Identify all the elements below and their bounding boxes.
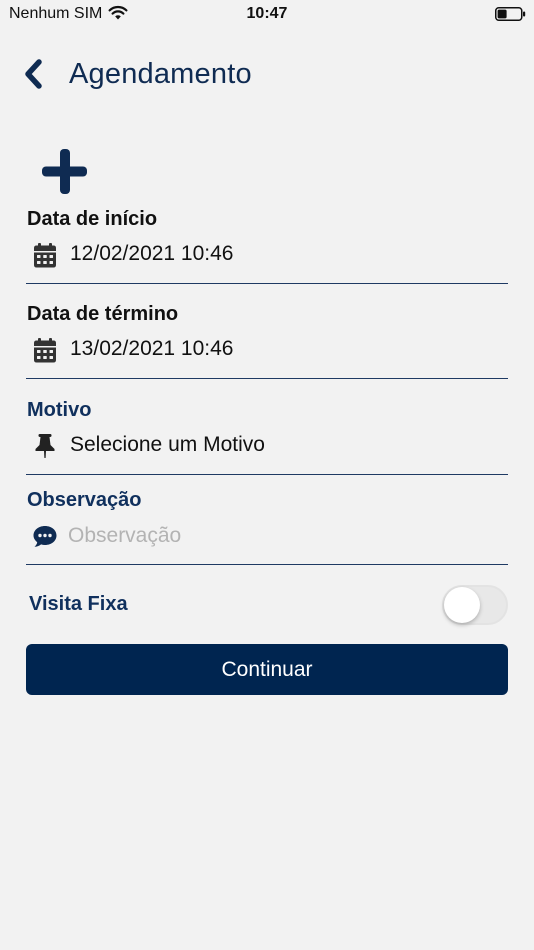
add-button[interactable] [40,147,90,197]
end-date-field[interactable]: 13/02/2021 10:46 [26,331,508,379]
toggle-knob [444,587,480,623]
status-bar: Nenhum SIM 10:47 [0,0,534,28]
reason-value: Selecione um Motivo [70,433,265,456]
plus-icon [42,149,87,194]
status-time: 10:47 [246,5,288,22]
back-button[interactable] [20,56,50,92]
observation-field [26,517,508,565]
fixed-visit-label: Visita Fixa [29,593,128,615]
chevron-left-icon [25,59,42,89]
reason-select[interactable]: Selecione um Motivo [26,427,508,475]
observation-label: Observação [27,489,142,511]
start-date-label: Data de início [27,208,158,230]
end-date-label: Data de término [27,303,179,325]
continue-button[interactable]: Continuar [26,644,508,695]
chat-icon [33,526,57,547]
start-date-field[interactable]: 12/02/2021 10:46 [26,236,508,284]
start-date-value: 12/02/2021 10:46 [70,242,234,265]
fixed-visit-toggle[interactable] [442,585,508,625]
calendar-icon [34,243,56,268]
observation-input[interactable] [68,519,498,553]
end-date-value: 13/02/2021 10:46 [70,337,234,360]
reason-label: Motivo [27,399,92,421]
calendar-icon [34,338,56,363]
battery-icon [495,7,526,21]
pin-icon [35,434,55,458]
page-title: Agendamento [69,58,252,90]
